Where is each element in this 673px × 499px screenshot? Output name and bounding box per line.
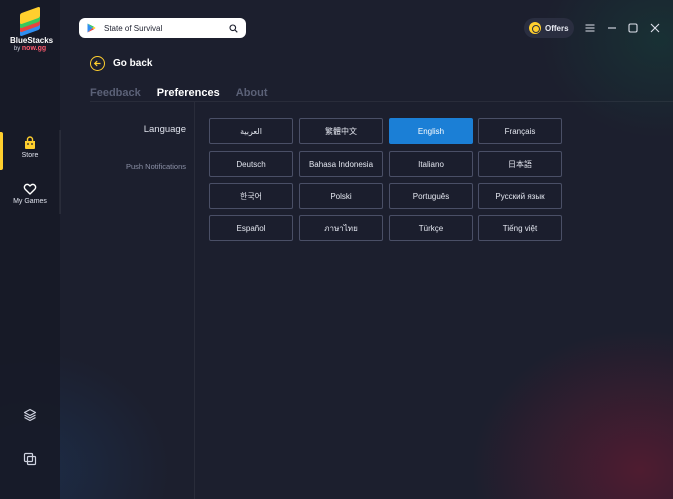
sidebar: BlueStacks by now.gg Store My Games bbox=[0, 0, 60, 499]
language-option[interactable]: Italiano bbox=[389, 151, 473, 177]
settings-item-push-notifications[interactable]: Push Notifications bbox=[90, 162, 186, 171]
sidebar-item-store[interactable]: Store bbox=[0, 132, 60, 170]
search-bar[interactable] bbox=[79, 18, 246, 38]
brand-by: by now.gg bbox=[13, 45, 47, 52]
search-icon[interactable] bbox=[229, 23, 238, 33]
minimize-icon[interactable] bbox=[606, 22, 618, 34]
language-option[interactable]: 日本語 bbox=[478, 151, 562, 177]
layers-icon[interactable] bbox=[23, 408, 37, 422]
sidebar-item-label: My Games bbox=[13, 198, 47, 205]
language-option[interactable]: Türkçe bbox=[389, 215, 473, 241]
settings-divider bbox=[194, 102, 195, 499]
heart-icon bbox=[23, 183, 37, 195]
store-bag-icon bbox=[25, 136, 35, 149]
language-option[interactable]: Русский язык bbox=[478, 183, 562, 209]
sidebar-divider bbox=[59, 130, 61, 214]
language-option[interactable]: Français bbox=[478, 118, 562, 144]
language-option[interactable]: العربية bbox=[209, 118, 293, 144]
go-back-button[interactable]: Go back bbox=[90, 56, 152, 71]
tab-about[interactable]: About bbox=[236, 87, 268, 99]
offers-label: Offers bbox=[545, 23, 569, 33]
multi-instance-icon[interactable] bbox=[23, 452, 37, 466]
go-back-label: Go back bbox=[113, 58, 153, 69]
maximize-icon[interactable] bbox=[627, 22, 639, 34]
language-option[interactable]: ภาษาไทย bbox=[299, 215, 383, 241]
sidebar-item-label: Store bbox=[21, 152, 39, 159]
search-input[interactable] bbox=[104, 23, 229, 33]
sidebar-item-my-games[interactable]: My Games bbox=[0, 178, 60, 210]
coin-icon bbox=[529, 22, 541, 34]
brand-name: BlueStacks bbox=[10, 36, 54, 45]
language-option[interactable]: 繁體中文 bbox=[299, 118, 383, 144]
language-option[interactable]: Deutsch bbox=[209, 151, 293, 177]
close-icon[interactable] bbox=[649, 22, 661, 34]
settings-tabs: Feedback Preferences About bbox=[90, 87, 284, 99]
language-option[interactable]: Tiếng việt bbox=[478, 215, 562, 241]
bluestacks-logo-icon bbox=[18, 6, 42, 37]
google-play-icon bbox=[87, 23, 96, 33]
language-option[interactable]: Polski bbox=[299, 183, 383, 209]
tab-preferences[interactable]: Preferences bbox=[157, 87, 220, 99]
settings-item-language[interactable]: Language bbox=[90, 124, 186, 135]
offers-button[interactable]: Offers bbox=[524, 18, 574, 38]
background bbox=[0, 0, 673, 499]
menu-icon[interactable] bbox=[584, 22, 596, 34]
arrow-left-icon bbox=[90, 56, 105, 71]
language-option-selected[interactable]: English bbox=[389, 118, 473, 144]
language-option[interactable]: 한국어 bbox=[209, 183, 293, 209]
tab-feedback[interactable]: Feedback bbox=[90, 87, 141, 99]
language-option[interactable]: Español bbox=[209, 215, 293, 241]
tabs-divider bbox=[90, 101, 673, 102]
language-option[interactable]: Bahasa Indonesia bbox=[299, 151, 383, 177]
bluestacks-logo[interactable]: BlueStacks by now.gg bbox=[10, 6, 54, 53]
language-option[interactable]: Português bbox=[389, 183, 473, 209]
